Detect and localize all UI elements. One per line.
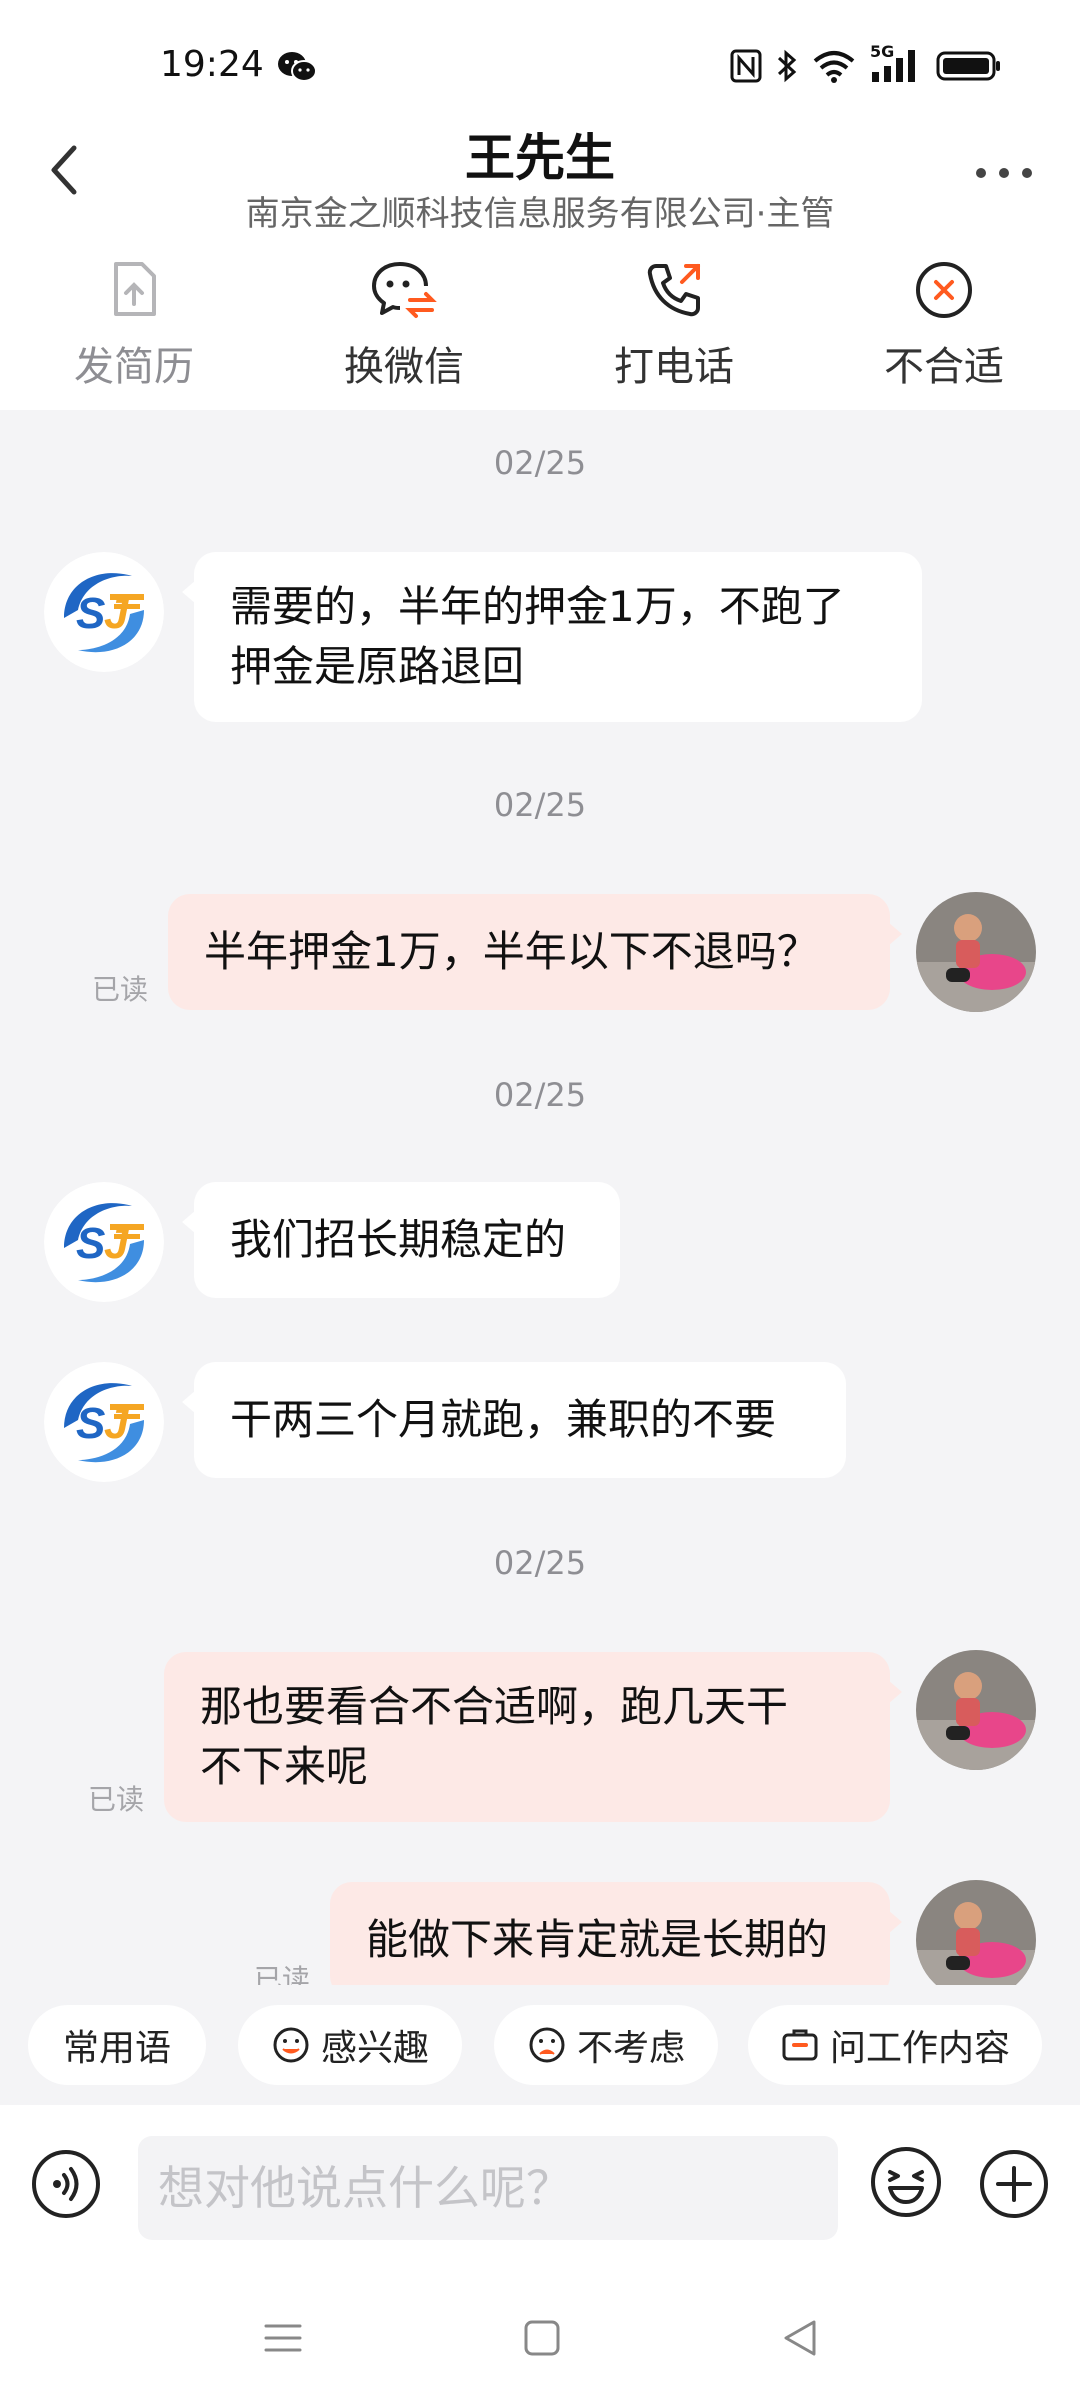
read-status: 已读 xyxy=(92,973,149,1006)
chip-label: 不考虑 xyxy=(576,2028,685,2069)
outgoing-message[interactable]: 那也要看合不合适啊，跑几天干 不下来呢 xyxy=(164,1652,902,1822)
more-input-button[interactable] xyxy=(978,2148,1050,2220)
outgoing-message[interactable]: 能做下来肯定就是长期的 xyxy=(330,1882,902,1985)
not-suitable-icon xyxy=(916,262,972,318)
send-resume-label: 发简历 xyxy=(74,344,194,390)
message-line: 能做下来肯定就是长期的 xyxy=(366,1915,829,1964)
chip-label: 问工作内容 xyxy=(829,2028,1010,2069)
outgoing-message[interactable]: 半年押金1万，半年以下不退吗？ xyxy=(168,894,902,1010)
contact-avatar[interactable]: S J xyxy=(44,1182,164,1302)
contact-name: 王先生 xyxy=(465,129,615,187)
battery-icon xyxy=(936,51,1000,81)
chat-message-list[interactable]: 02/25 S J 需要的，半年的押金1万，不跑了 押金是原路退回 02/25 … xyxy=(0,410,1080,1985)
dot-icon xyxy=(999,168,1009,178)
svg-text:S: S xyxy=(76,1399,105,1448)
swap-wechat-button[interactable]: 换微信 xyxy=(304,258,504,398)
company-logo-icon: S J xyxy=(44,1362,164,1482)
svg-text:S: S xyxy=(76,1219,105,1268)
contact-avatar[interactable]: S J xyxy=(44,552,164,672)
quick-reply-ask-job-content[interactable]: 问工作内容 xyxy=(748,2005,1042,2085)
wifi-icon xyxy=(813,51,855,83)
message-input[interactable] xyxy=(138,2136,838,2240)
wechat-swap-icon xyxy=(372,262,437,318)
phone-call-button[interactable]: 打电话 xyxy=(574,258,774,398)
back-nav-icon[interactable] xyxy=(780,2316,820,2360)
read-status: 已读 xyxy=(254,1963,311,1985)
chip-label: 常用语 xyxy=(62,2028,171,2069)
chip-label: 感兴趣 xyxy=(320,2028,429,2069)
date-separator: 02/25 xyxy=(493,1076,587,1114)
quick-reply-interested[interactable]: 感兴趣 xyxy=(238,2005,462,2085)
briefcase-icon xyxy=(782,2029,818,2061)
message-line: 不下来呢 xyxy=(200,1742,369,1791)
message-line: 需要的，半年的押金1万，不跑了 xyxy=(230,582,845,631)
quick-reply-bar: 常用语 感兴趣 不考虑 问工作内容 xyxy=(0,1985,1080,2095)
incoming-message[interactable]: 干两三个月就跑，兼职的不要 xyxy=(182,1362,846,1478)
message-line: 干两三个月就跑，兼职的不要 xyxy=(230,1395,777,1444)
quick-reply-not-considering[interactable]: 不考虑 xyxy=(494,2005,718,2085)
read-status: 已读 xyxy=(88,1783,145,1816)
status-time: 19:24 xyxy=(160,44,264,85)
not-suitable-button[interactable]: 不合适 xyxy=(844,258,1044,398)
child-photo-avatar xyxy=(916,1650,1036,1770)
swap-wechat-label: 换微信 xyxy=(344,344,464,390)
date-separator: 02/25 xyxy=(493,1544,587,1582)
5g-signal-icon: 5G xyxy=(870,42,922,84)
message-line: 半年押金1万，半年以下不退吗？ xyxy=(204,927,819,976)
child-photo-avatar xyxy=(916,892,1036,1012)
company-logo-icon: S J xyxy=(44,552,164,672)
not-suitable-label: 不合适 xyxy=(884,344,1004,390)
send-resume-button[interactable]: 发简历 xyxy=(34,258,234,398)
user-avatar[interactable] xyxy=(916,892,1036,1012)
status-icons: 5G xyxy=(730,42,1002,86)
phone-call-label: 打电话 xyxy=(614,344,734,390)
contact-company: 南京金之顺科技信息服务有限公司·主管 xyxy=(245,194,835,234)
contact-avatar[interactable]: S J xyxy=(44,1362,164,1482)
more-options-button[interactable] xyxy=(976,150,1032,196)
svg-text:S: S xyxy=(76,589,105,638)
dot-icon xyxy=(1022,168,1032,178)
voice-input-button[interactable] xyxy=(30,2148,102,2220)
send-resume-icon xyxy=(114,262,156,316)
message-line: 押金是原路退回 xyxy=(230,642,525,691)
bluetooth-icon xyxy=(777,49,797,83)
sad-icon xyxy=(529,2027,565,2063)
home-nav-icon[interactable] xyxy=(522,2318,562,2358)
company-logo-icon: S J xyxy=(44,1182,164,1302)
date-separator: 02/25 xyxy=(493,786,587,824)
dot-icon xyxy=(976,168,986,178)
incoming-message[interactable]: 我们招长期稳定的 xyxy=(182,1182,620,1298)
incoming-message[interactable]: 需要的，半年的押金1万，不跑了 押金是原路退回 xyxy=(182,552,922,722)
date-separator: 02/25 xyxy=(493,444,587,482)
user-avatar[interactable] xyxy=(916,1880,1036,1985)
message-line: 那也要看合不合适啊，跑几天干 xyxy=(200,1682,789,1731)
smile-icon xyxy=(273,2027,309,2063)
message-line: 我们招长期稳定的 xyxy=(230,1215,567,1264)
menu-nav-icon[interactable] xyxy=(262,2318,304,2358)
user-avatar[interactable] xyxy=(916,1650,1036,1770)
wechat-icon xyxy=(278,52,317,82)
phone-call-icon xyxy=(647,264,700,317)
quick-reply-common-phrases[interactable]: 常用语 xyxy=(28,2005,206,2085)
emoji-button[interactable] xyxy=(868,2144,944,2220)
nfc-icon xyxy=(730,49,762,83)
child-photo-avatar xyxy=(916,1880,1036,1985)
